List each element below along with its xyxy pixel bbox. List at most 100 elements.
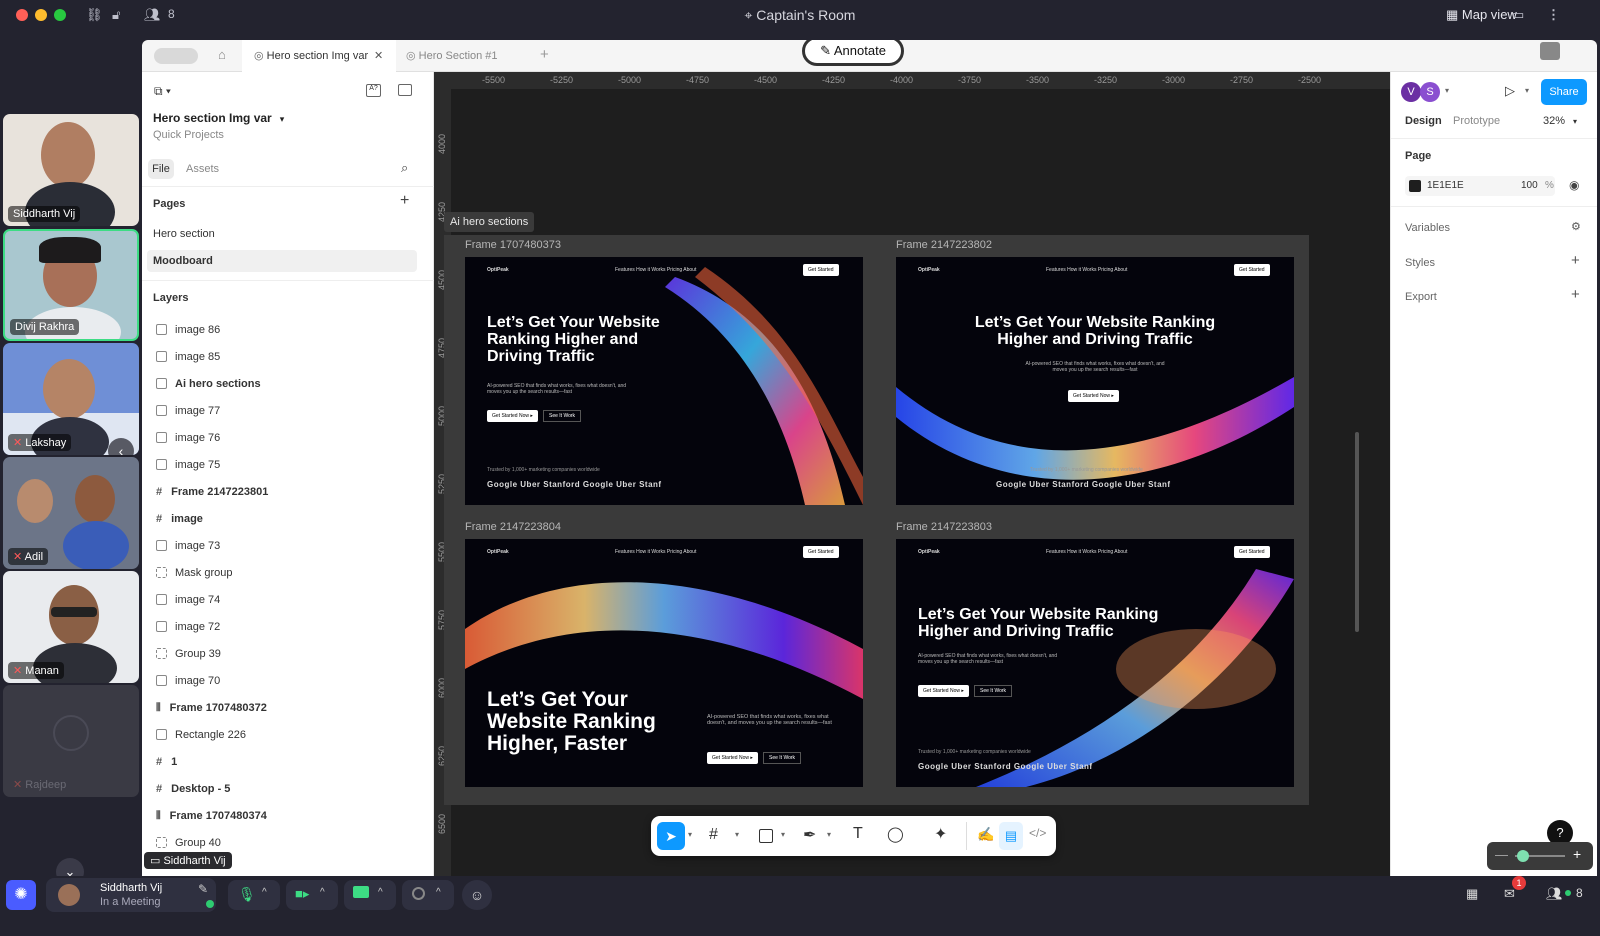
layer-item[interactable]: image 70 (156, 673, 220, 689)
add-page-icon[interactable]: + (400, 192, 409, 210)
calendar-icon[interactable]: ▦ (1466, 886, 1478, 902)
comment-tool-icon[interactable]: ◯ (887, 825, 904, 843)
pen-tool-icon[interactable]: ✒ (803, 825, 816, 845)
map-view-button[interactable]: ▦ Map view (1446, 7, 1517, 23)
screen-share-button[interactable]: ^ (344, 880, 396, 910)
page-color-field[interactable]: 1E1E1E 100 % (1405, 176, 1555, 196)
avatar[interactable]: V (1401, 82, 1421, 102)
participant-tile[interactable]: ✕ Rajdeep (3, 685, 139, 797)
design-mode-button[interactable]: ▤ (999, 822, 1023, 850)
vertical-scrollbar[interactable] (1355, 432, 1359, 632)
chat-icon[interactable]: ✉ (1504, 886, 1515, 902)
participant-tile[interactable]: ✕ Manan (3, 571, 139, 683)
chevron-down-icon[interactable]: ▾ (688, 830, 692, 839)
layer-item[interactable]: image 73 (156, 538, 220, 554)
move-tool-button[interactable]: ➤ (657, 822, 685, 850)
eye-icon[interactable]: ◉ (1569, 178, 1579, 192)
chevron-up-icon[interactable]: ^ (262, 887, 267, 898)
zoom-level[interactable]: 32% ▾ (1543, 115, 1577, 127)
layer-item[interactable]: #1 (156, 754, 177, 770)
frame-label[interactable]: Frame 2147223803 (896, 521, 992, 533)
variables-icon[interactable]: ⚙ (1571, 220, 1581, 233)
participant-tile[interactable]: ✕ Adil (3, 457, 139, 569)
frame-2147223802[interactable]: OptiPeak Features How it Works Pricing A… (896, 257, 1294, 505)
frame-2147223804[interactable]: OptiPeak Features How it Works Pricing A… (465, 539, 863, 787)
frame-2147223803[interactable]: OptiPeak Features How it Works Pricing A… (896, 539, 1294, 787)
panel-layout-icon[interactable] (398, 84, 412, 96)
dev-mode-icon[interactable]: </> (1029, 826, 1046, 840)
add-style-icon[interactable]: + (1571, 252, 1580, 269)
participant-tile-active[interactable]: Divij Rakhra (3, 229, 139, 341)
layer-item[interactable]: Group 39 (156, 646, 221, 662)
zoom-slider[interactable]: — + (1487, 842, 1593, 870)
layer-item[interactable]: Group 40 (156, 835, 221, 851)
page-color-value[interactable]: 1E1E1E (1427, 180, 1464, 191)
play-icon[interactable]: ▷ (1505, 83, 1515, 99)
table-icon[interactable]: ▭ (1512, 7, 1524, 23)
chevron-up-icon[interactable]: ^ (436, 887, 441, 898)
home-icon[interactable]: ⌂ (218, 47, 226, 62)
layer-item[interactable]: image 74 (156, 592, 220, 608)
color-swatch[interactable] (1409, 180, 1421, 192)
frame-label[interactable]: Frame 2147223804 (465, 521, 561, 533)
record-button[interactable]: ^ (402, 880, 454, 910)
avatar[interactable]: S (1420, 82, 1440, 102)
more-icon[interactable]: ⋮ (1547, 7, 1560, 23)
reaction-button[interactable]: ☺ (462, 880, 492, 910)
figma-menu-icon[interactable]: ⧉ ▾ (154, 84, 171, 99)
app-logo[interactable]: ✺ (6, 880, 36, 910)
tab-design[interactable]: Design (1405, 115, 1442, 127)
zoom-in-icon[interactable]: + (1573, 846, 1581, 862)
styles-heading[interactable]: Styles (1405, 257, 1435, 269)
tab-hero-section-img-var[interactable]: ◎ Hero section Img var ✕ (242, 40, 396, 72)
frame-1707480373[interactable]: OptiPeak Features How it Works Pricing A… (465, 257, 863, 505)
frame-label[interactable]: Frame 1707480373 (465, 239, 561, 251)
page-item-hero-section[interactable]: Hero section (153, 228, 215, 240)
canvas[interactable]: -5500 -5250 -5000 -4750 -4500 -4250 -400… (434, 72, 1390, 882)
layer-item[interactable]: # Desktop - 5 (156, 781, 230, 797)
export-heading[interactable]: Export (1405, 291, 1437, 303)
layer-item[interactable]: image 77 (156, 403, 220, 419)
add-export-icon[interactable]: + (1571, 286, 1580, 303)
zoom-handle[interactable] (1517, 850, 1529, 862)
chevron-down-icon[interactable]: ▾ (827, 830, 831, 839)
layer-item[interactable]: Mask group (156, 565, 232, 581)
people-icon[interactable]: 👥︎ (1546, 886, 1563, 902)
layer-item[interactable]: image 86 (156, 322, 220, 338)
layer-item[interactable]: ⫴ Frame 1707480374 (156, 808, 267, 824)
layer-item[interactable]: image 72 (156, 619, 220, 635)
sidebar-toggle-button[interactable] (154, 48, 198, 64)
close-tab-icon[interactable]: ✕ (374, 40, 383, 72)
user-status-card[interactable]: Siddharth Vij In a Meeting ✎ (46, 878, 216, 912)
new-tab-icon[interactable]: + (540, 46, 549, 63)
page-opacity-value[interactable]: 100 (1521, 180, 1538, 191)
tab-prototype[interactable]: Prototype (1453, 115, 1500, 127)
page-item-moodboard[interactable]: Moodboard (147, 250, 417, 272)
frame-label[interactable]: Frame 2147223802 (896, 239, 992, 251)
project-name[interactable]: Quick Projects (153, 129, 224, 141)
chevron-down-icon[interactable]: ▾ (781, 830, 785, 839)
tab-hero-section-1[interactable]: ◎ Hero Section #1 (406, 40, 538, 72)
chevron-down-icon[interactable]: ▾ (1445, 86, 1449, 95)
draw-mode-icon[interactable]: ✍ (977, 826, 994, 843)
chevron-down-icon[interactable]: ▾ (1525, 86, 1529, 95)
section-label[interactable]: Ai hero sections (444, 212, 535, 232)
layer-item[interactable]: image 75 (156, 457, 220, 473)
variables-heading[interactable]: Variables (1405, 222, 1450, 234)
participant-tile[interactable]: Siddharth Vij (3, 114, 139, 226)
text-tool-icon[interactable]: T (853, 825, 863, 843)
chevron-up-icon[interactable]: ^ (320, 887, 325, 898)
frame-tool-icon[interactable]: # (709, 826, 718, 844)
layer-item[interactable]: # image (156, 511, 203, 527)
layer-item[interactable]: image 76 (156, 430, 220, 446)
mic-button[interactable]: 🎙︎ ^ (228, 880, 280, 910)
chevron-down-icon[interactable]: ▾ (735, 830, 739, 839)
ai-toggle-icon[interactable]: A? (366, 84, 381, 97)
annotate-button[interactable]: ✎ Annotate (802, 40, 904, 66)
tab-file[interactable]: File (148, 159, 174, 179)
layer-item[interactable]: # Frame 2147223801 (156, 484, 268, 500)
search-icon[interactable]: ⌕ (401, 160, 408, 176)
file-name[interactable]: Hero section Img var ▾ (153, 111, 284, 125)
layer-item[interactable]: ⫴ Frame 1707480372 (156, 700, 267, 716)
zoom-out-icon[interactable]: — (1495, 847, 1508, 862)
